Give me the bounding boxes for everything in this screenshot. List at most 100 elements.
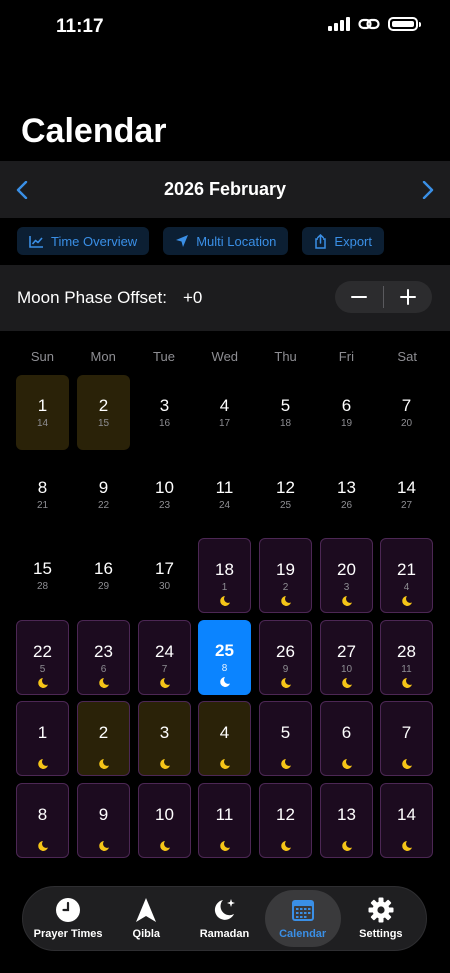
calendar-day[interactable]: 23 6: [77, 620, 130, 695]
hijri-date: 10: [340, 664, 353, 675]
gregorian-date: 2: [98, 723, 109, 742]
calendar-day[interactable]: 3 16: [138, 375, 191, 450]
hijri-date: 16: [158, 418, 171, 429]
hijri-date: 11: [401, 664, 412, 675]
gregorian-date: 11: [215, 805, 234, 824]
gregorian-date: 10: [155, 478, 174, 497]
calendar-day[interactable]: 19 2: [259, 538, 312, 613]
gregorian-date: 12: [276, 478, 295, 497]
gregorian-date: 3: [159, 723, 170, 742]
crescent-moon-icon: [159, 759, 170, 769]
calendar-day[interactable]: 2: [77, 701, 130, 776]
gregorian-date: 7: [401, 723, 412, 742]
hijri-date: 9: [282, 664, 289, 675]
decrement-button[interactable]: [335, 281, 383, 313]
calendar-day[interactable]: 12: [259, 783, 312, 858]
chevron-left-icon: [16, 180, 28, 199]
calendar-day[interactable]: 6: [320, 701, 373, 776]
gear-icon: [368, 897, 394, 923]
gregorian-date: 9: [98, 805, 109, 824]
gregorian-date: 11: [215, 478, 234, 497]
calendar-day[interactable]: 12 25: [259, 457, 312, 532]
weekday-label: Wed: [211, 349, 239, 364]
next-month-button[interactable]: [406, 161, 450, 218]
calendar-day[interactable]: 5: [259, 701, 312, 776]
calendar-day[interactable]: 16 29: [77, 538, 130, 613]
calendar-day[interactable]: 10: [138, 783, 191, 858]
calendar-day[interactable]: 8 21: [16, 457, 69, 532]
calendar-day[interactable]: 24 7: [138, 620, 191, 695]
chevron-right-icon: [422, 180, 434, 199]
calendar-day[interactable]: 14 27: [380, 457, 433, 532]
calendar-day[interactable]: 26 9: [259, 620, 312, 695]
tab-qibla[interactable]: Qibla: [108, 890, 184, 947]
calendar-day[interactable]: 9: [77, 783, 130, 858]
hijri-date: 3: [343, 582, 350, 593]
crescent-moon-icon: [219, 677, 230, 687]
gregorian-date: 4: [219, 396, 230, 415]
calendar-day[interactable]: 7 20: [380, 375, 433, 450]
hijri-date: 21: [36, 500, 49, 511]
calendar-day[interactable]: 8: [16, 783, 69, 858]
calendar-day[interactable]: 11: [198, 783, 251, 858]
month-label: 2026 February: [163, 179, 287, 199]
calendar-day[interactable]: 28 11: [380, 620, 433, 695]
calendar-day[interactable]: 15 28: [16, 538, 69, 613]
weekday-label: Sun: [30, 349, 54, 364]
calendar-day[interactable]: 5 18: [259, 375, 312, 450]
hijri-date: 27: [400, 500, 413, 511]
previous-month-button[interactable]: [0, 161, 44, 218]
multi-location-button[interactable]: Multi Location: [163, 227, 289, 255]
crescent-moon-icon: [401, 759, 412, 769]
crescent-moon-icon: [159, 841, 170, 851]
increment-button[interactable]: [384, 281, 432, 313]
crescent-moon-icon: [37, 841, 48, 851]
hijri-date: 26: [340, 500, 353, 511]
calendar-day[interactable]: 4 17: [198, 375, 251, 450]
calendar-day[interactable]: 1 14: [16, 375, 69, 450]
crescent-moon-icon: [159, 678, 170, 688]
hijri-date: 2: [282, 582, 289, 593]
calendar-day[interactable]: 13 26: [320, 457, 373, 532]
page-title: Calendar: [21, 112, 167, 150]
calendar-day[interactable]: 11 24: [198, 457, 251, 532]
tab-ramadan[interactable]: Ramadan: [186, 890, 262, 947]
export-button[interactable]: Export: [302, 227, 384, 255]
calendar-day[interactable]: 17 30: [138, 538, 191, 613]
calendar-day[interactable]: 4: [198, 701, 251, 776]
hijri-date: 15: [97, 418, 110, 429]
calendar-day[interactable]: 10 23: [138, 457, 191, 532]
hijri-date: 24: [218, 500, 231, 511]
crescent-moon-icon: [341, 759, 352, 769]
calendar-day[interactable]: 27 10: [320, 620, 373, 695]
calendar-day[interactable]: 21 4: [380, 538, 433, 613]
moon-offset-value: +0: [183, 288, 203, 307]
calendar-day[interactable]: 2 15: [77, 375, 130, 450]
hijri-date: 1: [221, 582, 228, 593]
gregorian-date: 23: [94, 642, 113, 661]
calendar-day[interactable]: 9 22: [77, 457, 130, 532]
hijri-date: 19: [340, 418, 353, 429]
calendar-day-today[interactable]: 25 8: [198, 620, 251, 695]
gregorian-date: 10: [155, 805, 174, 824]
calendar-day[interactable]: 13: [320, 783, 373, 858]
tab-settings[interactable]: Settings: [343, 890, 419, 947]
compass-arrow-icon: [136, 898, 157, 922]
calendar-day[interactable]: 1: [16, 701, 69, 776]
calendar-day[interactable]: 20 3: [320, 538, 373, 613]
calendar-day[interactable]: 14: [380, 783, 433, 858]
calendar-day[interactable]: 3: [138, 701, 191, 776]
calendar-day[interactable]: 18 1: [198, 538, 251, 613]
tab-prayer-times[interactable]: Prayer Times: [30, 890, 106, 947]
gregorian-date: 28: [397, 642, 416, 661]
month-navigation: 2026 February: [0, 161, 450, 218]
chart-icon: [29, 235, 43, 248]
export-label: Export: [334, 233, 372, 249]
calendar-day[interactable]: 6 19: [320, 375, 373, 450]
time-overview-button[interactable]: Time Overview: [17, 227, 150, 255]
tab-calendar[interactable]: Calendar: [264, 890, 341, 947]
calendar-day[interactable]: 7: [380, 701, 433, 776]
crescent-moon-icon: [219, 841, 230, 851]
tab-bar: Prayer Times Qibla Ramadan Calendar Sett…: [22, 886, 427, 951]
calendar-day[interactable]: 22 5: [16, 620, 69, 695]
